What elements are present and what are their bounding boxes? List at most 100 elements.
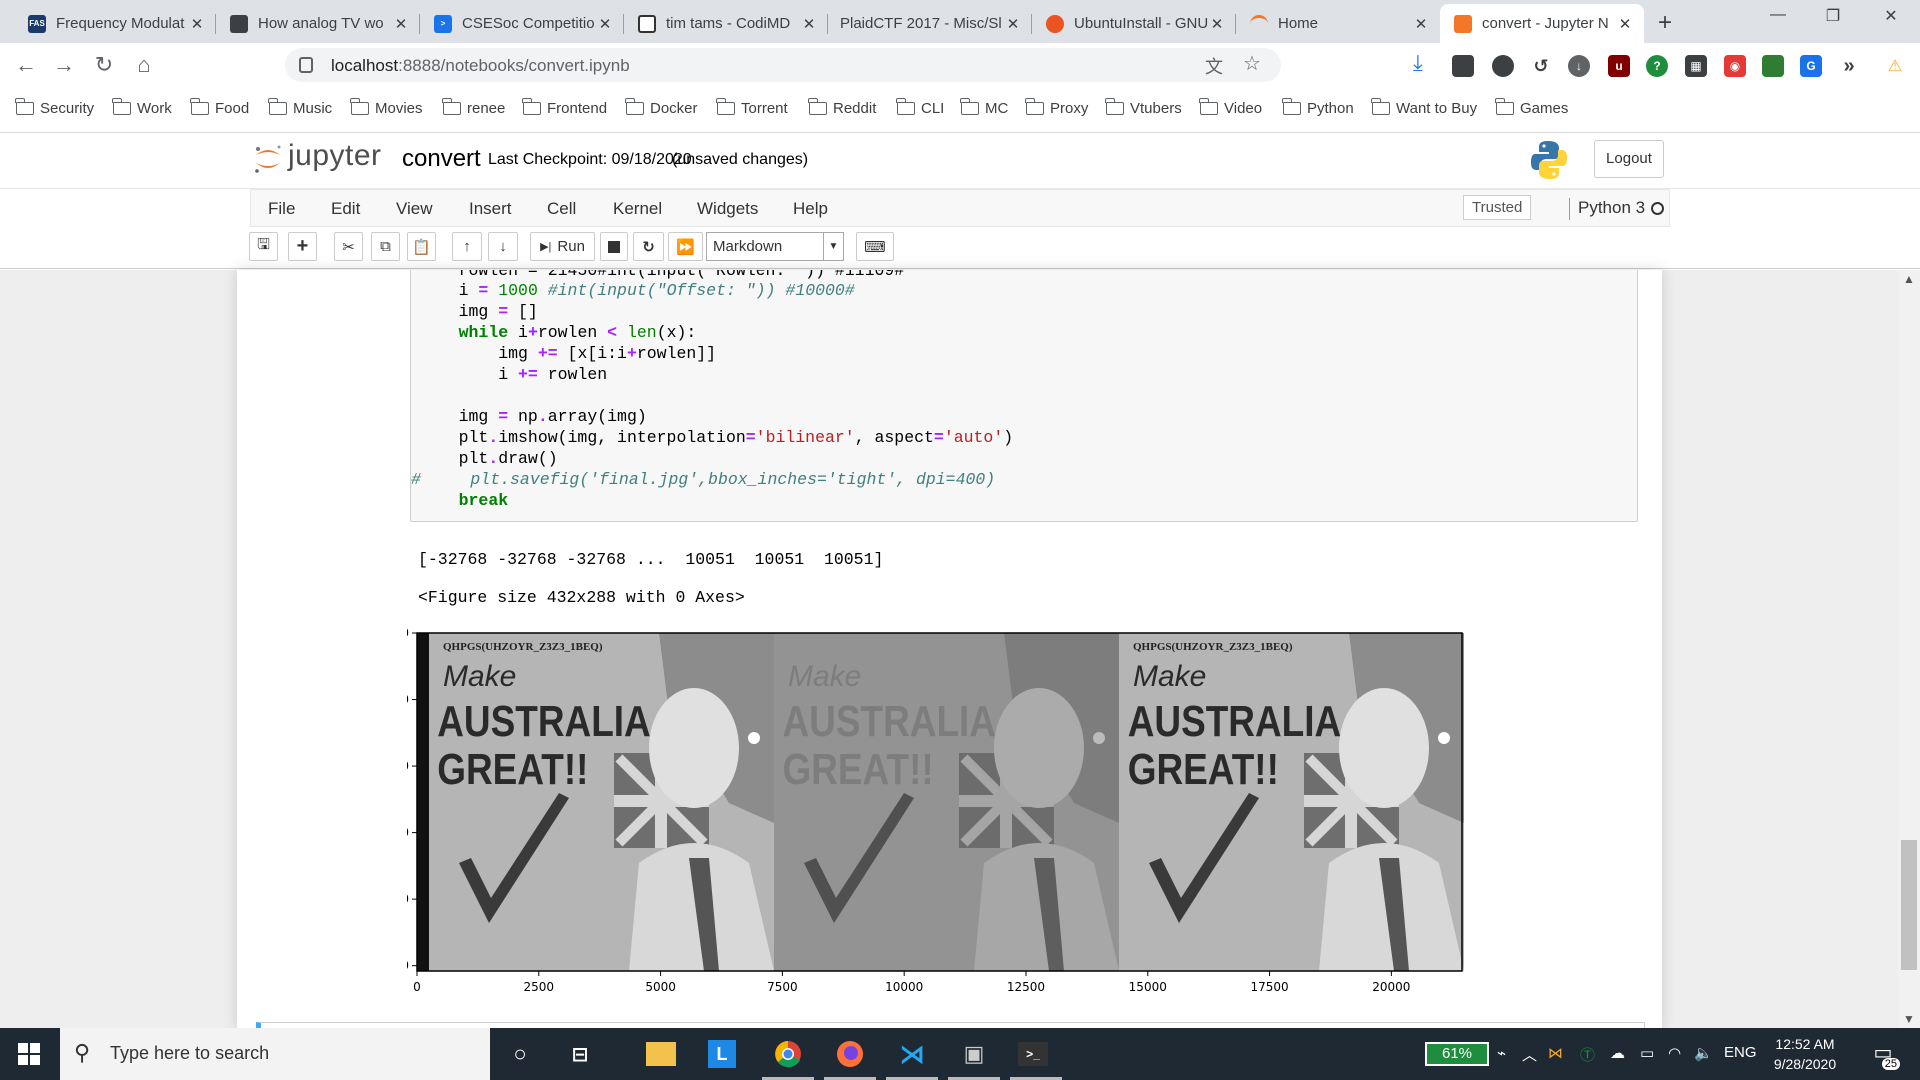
extension-grid-icon[interactable]: ▦ xyxy=(1685,55,1707,77)
reload-icon[interactable]: ↻ xyxy=(90,51,118,79)
bookmark-work[interactable]: Work xyxy=(112,98,172,117)
bookmark-music[interactable]: Music xyxy=(268,98,332,117)
menu-view[interactable]: View xyxy=(396,199,433,219)
bookmark-movies[interactable]: Movies xyxy=(350,98,423,117)
menu-insert[interactable]: Insert xyxy=(469,199,512,219)
insert-cell-button[interactable]: + xyxy=(288,232,317,261)
language-indicator[interactable]: ENG xyxy=(1724,1044,1757,1061)
clock[interactable]: 12:52 AM 9/28/2020 xyxy=(1760,1034,1850,1074)
bookmark-renee[interactable]: renee xyxy=(442,98,505,117)
home-icon[interactable]: ⌂ xyxy=(130,51,158,79)
extension-collections-icon[interactable] xyxy=(1452,55,1474,77)
paste-button[interactable]: 📋 xyxy=(407,232,436,261)
terminal-icon[interactable]: >_ xyxy=(1018,1042,1048,1066)
bookmark-games[interactable]: Games xyxy=(1495,98,1568,117)
help-extension-icon[interactable]: ? xyxy=(1646,55,1668,77)
close-tab-icon[interactable]: ✕ xyxy=(1208,15,1226,33)
run-button[interactable]: ▶| Run xyxy=(530,232,595,261)
translate-icon[interactable]: 文 xyxy=(1205,53,1223,79)
pen-icon[interactable]: ⌁ xyxy=(1497,1044,1506,1062)
tab-home[interactable]: Home ✕ xyxy=(1236,4,1440,43)
move-down-button[interactable]: ↓ xyxy=(488,232,518,261)
tab-convert-jupyter[interactable]: convert - Jupyter N ✕ xyxy=(1440,4,1644,43)
minimize-button[interactable]: — xyxy=(1755,6,1801,24)
google-translate-icon[interactable]: G xyxy=(1800,55,1822,77)
task-view-icon[interactable]: ⊟ xyxy=(562,1036,598,1072)
scroll-thumb[interactable] xyxy=(1901,840,1917,970)
ublock-icon[interactable]: u xyxy=(1608,55,1630,77)
download-manager-icon[interactable]: ↓ xyxy=(1568,55,1590,77)
menu-edit[interactable]: Edit xyxy=(331,199,360,219)
bookmark-food[interactable]: Food xyxy=(190,98,249,117)
move-up-button[interactable]: ↑ xyxy=(452,232,482,261)
bookmark-vtubers[interactable]: Vtubers xyxy=(1105,98,1182,117)
new-tab-button[interactable]: + xyxy=(1658,9,1672,37)
taskbar-search-box[interactable]: ⚲ Type here to search xyxy=(60,1028,490,1080)
code-cell-input[interactable]: rowlen = 21450#int(input("Rowlen: ")) #1… xyxy=(410,270,1638,522)
close-tab-icon[interactable]: ✕ xyxy=(1412,15,1430,33)
interrupt-button[interactable] xyxy=(600,232,628,261)
extension-bird-icon[interactable] xyxy=(1762,55,1784,77)
page-info-icon[interactable] xyxy=(299,57,313,73)
scroll-down-icon[interactable]: ▼ xyxy=(1903,1012,1915,1026)
cortana-icon[interactable]: ○ xyxy=(502,1036,538,1072)
close-tab-icon[interactable]: ✕ xyxy=(596,15,614,33)
volume-icon[interactable]: 🔈 xyxy=(1694,1044,1713,1062)
bookmark-frontend[interactable]: Frontend xyxy=(522,98,607,117)
bookmark-mc[interactable]: MC xyxy=(960,98,1008,117)
bookmark-python[interactable]: Python xyxy=(1282,98,1354,117)
tab-csesoc[interactable]: > CSESoc Competitio ✕ xyxy=(420,4,624,43)
forward-icon[interactable]: → xyxy=(50,51,78,79)
tab-plaidctf[interactable]: PlaidCTF 2017 - Misc/Sl ✕ xyxy=(828,4,1032,43)
bookmark-star-icon[interactable]: ☆ xyxy=(1243,51,1261,76)
tab-frequency-modulation[interactable]: FAS Frequency Modulat ✕ xyxy=(14,4,216,43)
tab-ubuntuinstall[interactable]: UbuntuInstall - GNU ✕ xyxy=(1032,4,1236,43)
bookmark-security[interactable]: Security xyxy=(15,98,94,117)
close-tab-icon[interactable]: ✕ xyxy=(1004,15,1022,33)
show-hidden-icons-icon[interactable]: ︿ xyxy=(1522,1044,1537,1065)
menu-kernel[interactable]: Kernel xyxy=(613,199,662,219)
address-bar[interactable]: localhost:8888/notebooks/convert.ipynb 文… xyxy=(285,48,1281,82)
restore-button[interactable]: ❐ xyxy=(1810,6,1856,26)
tray-app-icon[interactable]: ⋈ xyxy=(1548,1044,1563,1062)
save-button[interactable]: 🖫 xyxy=(249,232,278,261)
notification-center-button[interactable]: ▭ 25 xyxy=(1868,1040,1900,1070)
close-tab-icon[interactable]: ✕ xyxy=(392,15,410,33)
menu-cell[interactable]: Cell xyxy=(547,199,576,219)
logout-button[interactable]: Logout xyxy=(1594,140,1664,178)
bookmark-video[interactable]: Video xyxy=(1199,98,1262,117)
cut-button[interactable]: ✂ xyxy=(334,232,363,261)
more-extensions-icon[interactable]: » xyxy=(1838,55,1860,77)
close-window-button[interactable]: ✕ xyxy=(1868,6,1914,26)
menu-file[interactable]: File xyxy=(268,199,295,219)
screenshot-extension-icon[interactable]: ◉ xyxy=(1724,55,1746,77)
bookmark-proxy[interactable]: Proxy xyxy=(1025,98,1088,117)
jupyter-logo-icon[interactable] xyxy=(252,143,284,175)
tab-analog-tv[interactable]: How analog TV wo ✕ xyxy=(216,4,420,43)
bookmark-cli[interactable]: CLI xyxy=(896,98,944,117)
cell-type-select[interactable]: Markdown ▼ xyxy=(706,232,844,261)
history-icon[interactable]: ↺ xyxy=(1530,55,1552,77)
menu-widgets[interactable]: Widgets xyxy=(697,199,758,219)
wifi-icon[interactable]: ◠ xyxy=(1668,1044,1681,1062)
copy-button[interactable]: ⧉ xyxy=(371,232,400,261)
power-icon[interactable]: ▭ xyxy=(1640,1044,1654,1062)
close-tab-icon[interactable]: ✕ xyxy=(1616,15,1634,33)
jupyter-logo-text[interactable]: jupyter xyxy=(288,139,382,173)
onedrive-icon[interactable]: ☁ xyxy=(1610,1044,1625,1062)
vscode-icon[interactable]: ⋊ xyxy=(894,1036,930,1072)
menu-help[interactable]: Help xyxy=(793,199,828,219)
virtualbox-icon[interactable]: ▣ xyxy=(956,1036,992,1072)
page-scrollbar[interactable]: ▲ ▼ xyxy=(1898,270,1920,1028)
restart-run-all-button[interactable]: ⏩ xyxy=(668,232,703,261)
close-tab-icon[interactable]: ✕ xyxy=(188,15,206,33)
bookmark-want-to-buy[interactable]: Want to Buy xyxy=(1371,98,1477,117)
download-icon[interactable]: ⤓ xyxy=(1413,50,1423,76)
alert-icon[interactable]: ⚠ xyxy=(1884,55,1906,77)
trusted-indicator[interactable]: Trusted xyxy=(1463,195,1532,220)
command-palette-button[interactable]: ⌨ xyxy=(856,232,894,261)
kernel-name[interactable]: Python 3 xyxy=(1569,198,1645,220)
bookmark-torrent[interactable]: Torrent xyxy=(716,98,788,117)
l-app-icon[interactable]: L xyxy=(708,1040,736,1068)
start-button[interactable] xyxy=(0,1028,58,1080)
